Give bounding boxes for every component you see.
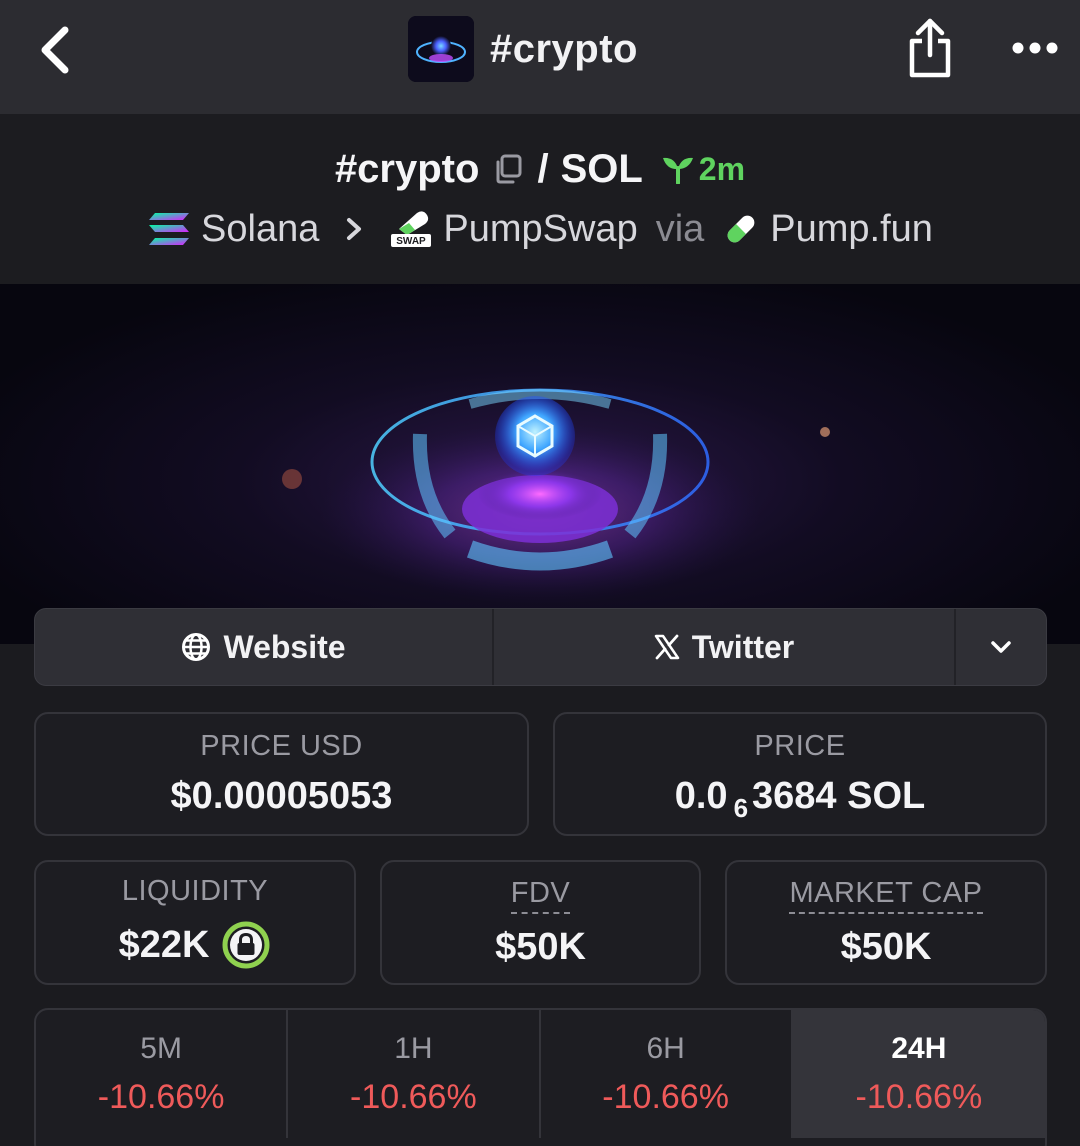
quote-token-symbol: SOL [560, 146, 643, 191]
tab-6h[interactable]: 6H -10.66% [541, 1010, 793, 1138]
share-button[interactable] [900, 14, 960, 82]
more-links-dropdown[interactable] [956, 609, 1046, 685]
solana-icon [149, 213, 190, 245]
tab-24h-change: -10.66% [855, 1077, 983, 1116]
market-cap-card: MARKET CAP $50K [725, 860, 1047, 985]
tab-24h[interactable]: 24H -10.66% [792, 1010, 1045, 1138]
token-avatar [408, 16, 474, 82]
dex-name: PumpSwap [443, 207, 638, 250]
chevron-down-icon [991, 641, 1011, 653]
via-label: via [655, 207, 705, 250]
market-cap-label[interactable]: MARKET CAP [789, 877, 983, 914]
more-options-button[interactable] [1005, 28, 1065, 68]
liquidity-value-row: $22K [119, 920, 272, 970]
tab-5m-label: 5M [140, 1031, 182, 1065]
chevron-left-icon [41, 26, 69, 74]
price-usd-card: PRICE USD $0.00005053 [34, 712, 529, 836]
tab-1h-change: -10.66% [350, 1077, 477, 1116]
pair-separator: / [537, 146, 549, 191]
pair-age-badge: 2m [661, 151, 745, 188]
price-native-prefix: 0.0 [674, 775, 728, 817]
chain-breadcrumb: Solana SWAP PumpSwap via Pump.fun [0, 204, 1080, 254]
chain-link-solana[interactable]: Solana [147, 208, 319, 251]
website-label: Website [223, 628, 346, 665]
price-native-zero-count: 6 [733, 793, 749, 823]
tab-1h[interactable]: 1H -10.66% [288, 1010, 541, 1138]
token-banner-image [0, 284, 1080, 644]
liquidity-label: LIQUIDITY [121, 875, 269, 907]
fdv-label[interactable]: FDV [510, 877, 571, 914]
ellipsis-icon [1012, 42, 1058, 54]
launchpad-link-pumpfun[interactable]: Pump.fun [722, 208, 933, 251]
website-button[interactable]: Website [35, 609, 494, 685]
swap-badge-text: SWAP [397, 236, 427, 247]
liquidity-card: LIQUIDITY $22K [34, 860, 356, 985]
fdv-card: FDV $50K [380, 860, 701, 985]
tab-1h-label: 1H [394, 1031, 433, 1065]
price-usd-label: PRICE USD [200, 730, 363, 762]
tab-6h-label: 6H [646, 1031, 685, 1065]
price-native-value: 0.0 6 3684 SOL [674, 775, 926, 823]
dex-link-pumpswap[interactable]: SWAP PumpSwap [389, 207, 638, 251]
pill-icon [727, 215, 755, 243]
share-icon [909, 18, 951, 78]
seedling-icon [662, 157, 693, 184]
tab-6h-change: -10.66% [602, 1077, 729, 1116]
base-token-symbol: #crypto [334, 146, 480, 191]
tab-5m[interactable]: 5M -10.66% [36, 1010, 289, 1138]
price-usd-value: $0.00005053 [170, 775, 393, 817]
pair-age-text: 2m [698, 150, 746, 187]
tab-24h-label: 24H [891, 1031, 947, 1065]
price-native-card: PRICE 0.0 6 3684 SOL [553, 712, 1047, 836]
top-navigation-bar: #crypto [0, 0, 1080, 114]
twitter-label: Twitter [691, 628, 795, 665]
twitter-button[interactable]: Twitter [494, 609, 956, 685]
copy-icon[interactable] [491, 152, 525, 186]
globe-icon [182, 633, 211, 661]
x-logo-icon [654, 634, 679, 660]
price-native-label: PRICE [754, 730, 846, 762]
launchpad-name: Pump.fun [770, 207, 933, 250]
pair-header: #crypto / SOL 2m Solana SWAP PumpSwap vi… [0, 114, 1080, 284]
lock-icon[interactable] [221, 920, 271, 970]
tab-5m-change: -10.66% [97, 1077, 225, 1116]
timeframe-change-tabs: 5M -10.66% 1H -10.66% 6H -10.66% 24H -10… [34, 1008, 1047, 1146]
chevron-right-icon [347, 218, 362, 240]
pumpswap-icon: SWAP [391, 211, 432, 247]
pair-title-row: #crypto / SOL 2m [0, 144, 1080, 194]
token-title-group: #crypto [408, 16, 638, 82]
market-cap-value: $50K [840, 925, 932, 968]
liquidity-value: $22K [118, 923, 210, 966]
back-button[interactable] [30, 22, 80, 78]
social-links-bar: Website Twitter [34, 608, 1047, 686]
chain-name: Solana [201, 207, 320, 250]
fdv-value: $50K [495, 925, 586, 968]
page-title: #crypto [490, 26, 638, 71]
price-native-suffix: 3684 SOL [752, 775, 926, 817]
